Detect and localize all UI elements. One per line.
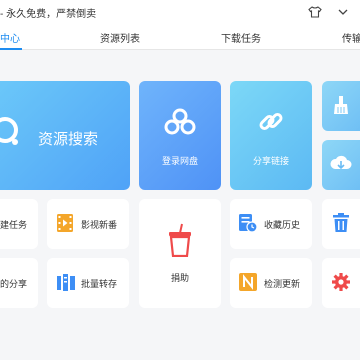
window-title: - 永久免费，严禁倒卖	[0, 9, 97, 20]
cloud-download-tile[interactable]	[322, 140, 360, 190]
tab-resource-list[interactable]: 资源列表	[100, 30, 140, 45]
batch-transfer-icon	[57, 274, 75, 291]
tab-bar: 中心 资源列表 下载任务 传输	[0, 24, 360, 50]
my-share-label: 的分享	[0, 279, 28, 289]
cloud-disk-icon	[164, 108, 196, 135]
settings-tile[interactable]	[322, 258, 360, 308]
donate-label: 捐助	[170, 273, 189, 283]
drink-cup-icon	[169, 223, 191, 257]
tab-center[interactable]: 中心	[0, 30, 20, 45]
history-icon	[239, 214, 258, 233]
search-icon-dot	[12, 139, 18, 145]
broom-icon	[334, 96, 348, 114]
login-cloud-label: 登录网盘	[161, 156, 198, 166]
cloud-download-icon	[330, 155, 352, 170]
my-share-tile[interactable]: 的分享	[0, 258, 38, 308]
check-update-tile[interactable]: 检测更新	[230, 258, 312, 308]
share-link-label: 分享链接	[252, 156, 289, 166]
main-content: 资源搜索 登录网盘 分享链接 建任务 影视新番 捐助 收藏历史 的分享 批量转存…	[0, 50, 360, 360]
shirt-icon[interactable]	[308, 5, 322, 19]
link-icon	[259, 113, 283, 130]
trash-icon	[333, 213, 349, 232]
share-link-tile[interactable]: 分享链接	[230, 81, 312, 190]
gear-icon	[332, 273, 350, 291]
tab-transfer[interactable]: 传输	[342, 30, 360, 45]
login-cloud-tile[interactable]: 登录网盘	[139, 81, 221, 190]
movies-tile[interactable]: 影视新番	[47, 199, 129, 249]
batch-transfer-label: 批量转存	[81, 279, 118, 289]
film-icon	[57, 214, 73, 232]
new-task-label: 建任务	[0, 220, 28, 230]
movies-label: 影视新番	[81, 220, 118, 230]
batch-transfer-tile[interactable]: 批量转存	[47, 258, 129, 308]
new-task-tile[interactable]: 建任务	[0, 199, 38, 249]
resource-search-tile[interactable]: 资源搜索	[0, 81, 130, 190]
favorites-history-tile[interactable]: 收藏历史	[230, 199, 312, 249]
clean-tile[interactable]	[322, 81, 360, 131]
chevron-down-icon[interactable]	[336, 5, 350, 19]
resource-search-label: 资源搜索	[38, 131, 99, 148]
title-bar: - 永久免费，严禁倒卖	[0, 0, 360, 24]
delete-tile[interactable]	[322, 199, 360, 249]
update-icon	[239, 273, 257, 291]
tab-download-tasks[interactable]: 下载任务	[221, 30, 261, 45]
donate-tile[interactable]: 捐助	[139, 199, 221, 308]
favorites-history-label: 收藏历史	[264, 220, 301, 230]
check-update-label: 检测更新	[264, 279, 301, 289]
